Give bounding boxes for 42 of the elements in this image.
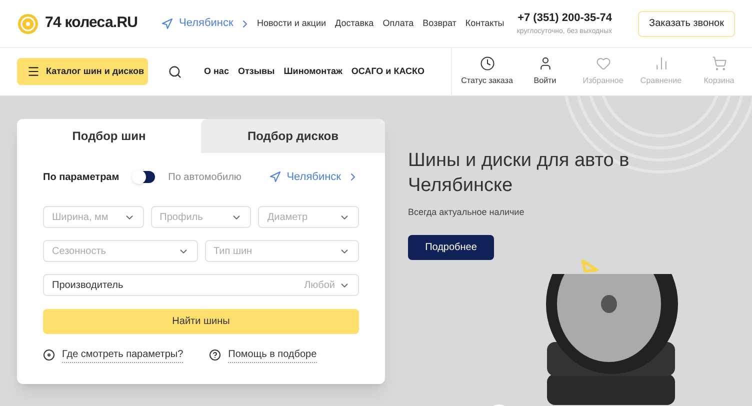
select-field[interactable]: Производитель Любой <box>43 274 359 296</box>
nav-link[interactable]: ОСАГО и КАСКО <box>351 64 424 78</box>
help-icon <box>209 349 222 361</box>
clock-icon <box>480 56 494 71</box>
find-tires-button[interactable]: Найти шины <box>43 309 359 334</box>
toolbar-action[interactable]: Войти <box>516 56 574 87</box>
catalog-button[interactable]: Каталог шин и дисков <box>17 58 148 85</box>
nav-link[interactable]: Новости и акции <box>257 16 326 30</box>
nav-link[interactable]: Доставка <box>335 16 374 30</box>
menu-icon <box>27 65 40 78</box>
picker-tab[interactable]: Подбор шин <box>17 119 201 153</box>
heart-icon <box>596 56 610 71</box>
help-link[interactable]: Где смотреть параметры? <box>62 347 184 363</box>
cart-icon <box>712 56 726 71</box>
wheel-icon <box>43 349 55 361</box>
nav-link[interactable]: Возврат <box>422 16 456 30</box>
help-link[interactable]: Помощь в подборе <box>228 347 317 363</box>
details-button[interactable]: Подробнее <box>408 234 494 260</box>
toolbar-action[interactable]: Статус заказа <box>458 56 516 87</box>
city-link[interactable]: Челябинск <box>268 168 359 186</box>
nav-link[interactable]: Отзывы <box>238 64 275 78</box>
nav-link[interactable]: Контакты <box>465 16 504 30</box>
mode-label[interactable]: По автомобилю <box>168 170 242 184</box>
hero-title: Шины и диски для авто в Челябинске <box>408 149 630 198</box>
mode-switch[interactable] <box>133 171 156 183</box>
wheel-logo-icon <box>17 12 39 34</box>
nav-link[interactable]: О нас <box>204 64 229 78</box>
callback-button[interactable]: Заказать звонок <box>638 10 735 36</box>
mode-label[interactable]: По параметрам <box>43 170 120 184</box>
location-icon <box>161 18 173 30</box>
nav-link[interactable]: Шиномонтаж <box>284 64 342 78</box>
phone-number: +7 (351) 200-35-74 <box>518 11 612 26</box>
hero-subtitle: Всегда актуальное наличие <box>408 206 526 219</box>
location-icon <box>268 171 281 183</box>
logo-text: 74 колеса.RU <box>45 13 138 34</box>
bar-chart-icon <box>654 56 668 71</box>
search-icon[interactable] <box>168 64 182 78</box>
picker-tab[interactable]: Подбор дисков <box>201 119 385 153</box>
user-icon <box>538 56 552 71</box>
triangle-decoration-icon <box>580 258 600 274</box>
nav-link[interactable]: Оплата <box>382 16 414 30</box>
city-link[interactable]: Челябинск <box>161 15 253 32</box>
